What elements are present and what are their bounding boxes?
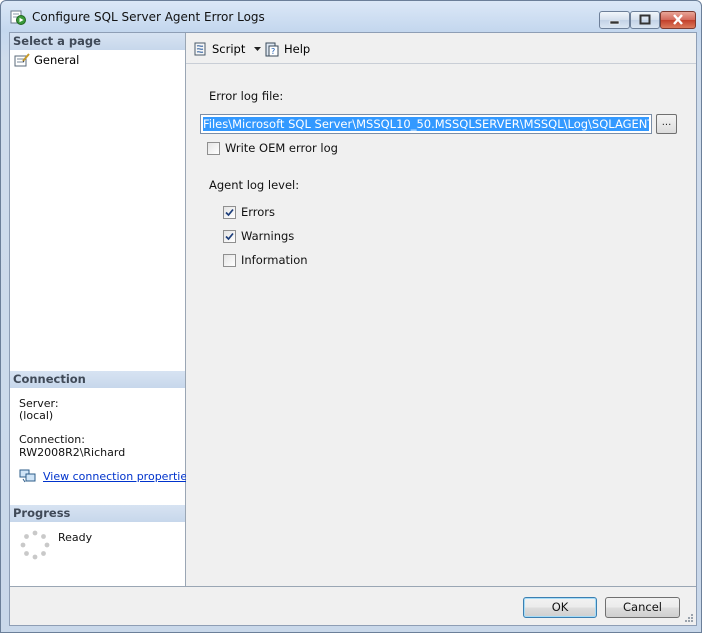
checkmark-icon: [225, 232, 234, 241]
close-button[interactable]: [660, 11, 696, 29]
information-label: Information: [241, 253, 308, 267]
progress-status: Ready: [58, 531, 93, 544]
progress-spinner-icon: [20, 530, 50, 560]
connection-label: Connection:: [19, 433, 85, 446]
ok-button[interactable]: OK: [523, 597, 597, 618]
left-pane: Select a page General Connection Server:…: [10, 33, 193, 586]
view-connection-link[interactable]: View connection properties: [43, 470, 193, 483]
errors-checkbox[interactable]: [223, 206, 236, 219]
connection-header: Connection: [10, 371, 185, 388]
information-checkbox[interactable]: [223, 254, 236, 267]
general-page-icon: [14, 53, 30, 67]
errors-label: Errors: [241, 205, 276, 219]
server-value: (local): [19, 409, 54, 422]
help-button[interactable]: ? Help: [264, 40, 310, 58]
error-log-file-value: Files\Microsoft SQL Server\MSSQL10_50.MS…: [203, 117, 649, 131]
warnings-checkbox[interactable]: [223, 230, 236, 243]
script-icon: [194, 42, 206, 55]
write-oem-checkbox[interactable]: [207, 142, 220, 155]
resize-grip-icon[interactable]: [683, 612, 694, 623]
window-title: Configure SQL Server Agent Error Logs: [32, 10, 265, 24]
warnings-label: Warnings: [241, 229, 295, 243]
select-page-header: Select a page: [10, 33, 185, 50]
page-item-label: General: [34, 53, 80, 67]
progress-header: Progress: [10, 505, 185, 522]
page-item-general[interactable]: General: [14, 52, 79, 68]
maximize-icon: [639, 14, 651, 25]
error-log-file-label: Error log file:: [209, 89, 284, 103]
connection-value: RW2008R2\Richard: [19, 446, 126, 459]
write-oem-label: Write OEM error log: [225, 141, 338, 155]
agent-log-level-label: Agent log level:: [209, 178, 300, 192]
dialog-footer: OK Cancel: [10, 586, 696, 625]
connection-properties-icon: [19, 469, 36, 483]
sql-agent-icon: [10, 10, 26, 25]
svg-text:?: ?: [271, 47, 275, 56]
minimize-icon: [609, 20, 620, 25]
minimize-button[interactable]: [599, 11, 630, 29]
browse-button[interactable]: ...: [656, 114, 677, 134]
dialog-client: Select a page General Connection Server:…: [9, 32, 697, 626]
help-label: Help: [284, 42, 311, 56]
cancel-button[interactable]: Cancel: [605, 597, 680, 618]
help-icon: ?: [265, 42, 279, 56]
error-log-file-input[interactable]: Files\Microsoft SQL Server\MSSQL10_50.MS…: [200, 114, 652, 134]
title-bar[interactable]: Configure SQL Server Agent Error Logs: [1, 1, 701, 31]
view-connection-properties[interactable]: View connection properties: [19, 469, 193, 483]
script-label: Script: [212, 42, 246, 56]
toolbar: Script ? Help: [186, 33, 696, 64]
checkmark-icon: [225, 208, 234, 217]
dialog-window: Configure SQL Server Agent Error Logs Se…: [0, 0, 702, 633]
maximize-button[interactable]: [630, 11, 660, 29]
close-icon: [673, 14, 683, 25]
script-button[interactable]: Script: [192, 40, 265, 58]
